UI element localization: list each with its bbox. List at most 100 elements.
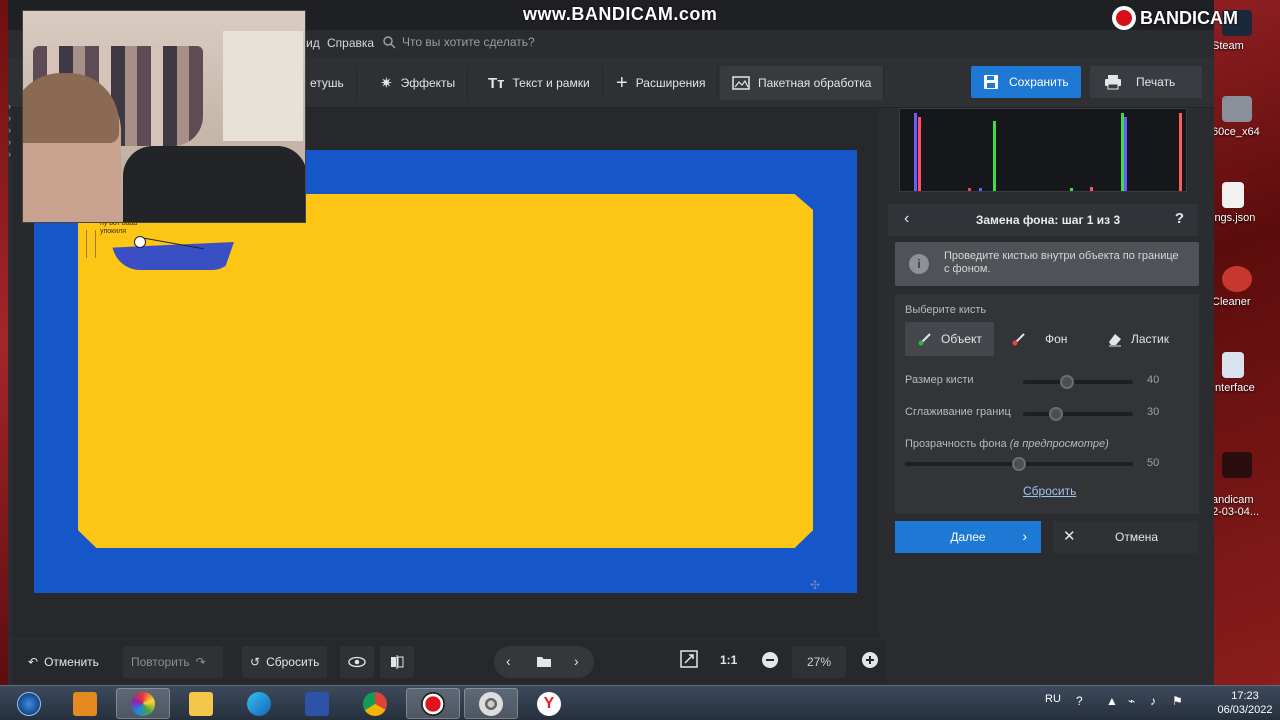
replace-background-panel: ‹ Замена фона: шаг 1 из 3 ? i Проведите … (888, 108, 1199, 678)
slider-knob[interactable] (1049, 407, 1063, 421)
menu-item-help[interactable]: Справка (327, 36, 374, 50)
desktop-icon-label: Interface (1212, 382, 1255, 394)
back-chevron-icon[interactable]: ‹ (904, 210, 909, 228)
taskbar-save-app[interactable] (290, 688, 344, 719)
tab-text-frames[interactable]: Tт Текст и рамки (476, 66, 603, 100)
redo-button[interactable]: Повторить ↷ (123, 646, 223, 678)
taskbar-chrome[interactable] (348, 688, 402, 719)
windows-taskbar: Y RU ? ▲ ⌁ ♪ ⚑ 17:23 06/03/2022 (0, 685, 1280, 720)
bg-transparency-slider[interactable] (905, 457, 1133, 471)
bg-transparency-value: 50 (1147, 457, 1160, 469)
eye-icon (348, 656, 366, 668)
search-placeholder: Что вы хотите сделать? (402, 35, 535, 49)
brush-size-label: Размер кисти (905, 374, 974, 386)
eraser-icon (1109, 334, 1121, 347)
show-hidden-icons[interactable]: ▲ (1106, 694, 1118, 708)
file-explorer-icon (189, 691, 213, 716)
taskbar-photo-editor[interactable] (116, 688, 170, 719)
bottom-toolbar: ↶ Отменить Повторить ↷ ↺ Сбросить ‹ › 1:… (12, 640, 887, 684)
slider-knob[interactable] (1060, 375, 1074, 389)
taskbar-bandicam[interactable] (406, 688, 460, 719)
info-icon: i (909, 254, 929, 274)
webcam-background-door (223, 31, 303, 141)
tab-label: етушь (310, 76, 344, 90)
batch-image-icon (732, 76, 750, 90)
next-image-icon[interactable]: › (574, 653, 579, 669)
drawing-ladder (86, 230, 96, 258)
brush-size-slider[interactable] (1023, 375, 1133, 389)
desktop-icon-bandicam-file[interactable]: andicam 2-03-04... (1212, 440, 1280, 518)
actual-size-button[interactable]: 1:1 (720, 653, 737, 667)
eraser-button[interactable]: Ластик (1095, 322, 1181, 356)
zoom-out-icon[interactable] (762, 652, 778, 668)
menu-item-view[interactable]: ид (306, 36, 320, 50)
taskbar-yandex[interactable]: Y (522, 688, 576, 719)
volume-icon[interactable]: ♪ (1150, 694, 1156, 708)
tab-extensions[interactable]: + Расширения (604, 66, 719, 100)
cancel-button[interactable]: ✕ Отмена (1053, 521, 1199, 553)
desktop-icon-label: andicam 2-03-04... (1212, 494, 1260, 518)
tab-label: Эффекты (400, 76, 456, 90)
histogram-bar (1124, 117, 1127, 191)
windows-start-icon (17, 691, 41, 716)
start-button[interactable] (2, 688, 56, 719)
brush-background-icon (1012, 333, 1025, 346)
language-indicator[interactable]: RU (1045, 693, 1061, 705)
tab-effects[interactable]: ✷ Эффекты (368, 66, 469, 100)
taskbar-explorer[interactable] (174, 688, 228, 719)
help-tray-icon[interactable]: ? (1076, 694, 1083, 708)
histogram (899, 108, 1187, 192)
collapsed-side-strip[interactable]: › › › › › (8, 100, 18, 160)
search-icon (383, 35, 396, 49)
brush-label: Объект (941, 332, 982, 346)
bg-transparency-text: Прозрачность фона (905, 438, 1007, 450)
desktop-icon-json[interactable]: ings.json (1212, 182, 1280, 224)
brush-background-button[interactable]: Фон (999, 322, 1079, 356)
chrome-icon (363, 691, 387, 716)
slider-knob[interactable] (1012, 457, 1026, 471)
taskbar-media-player[interactable] (58, 688, 112, 719)
desktop-icon-interface[interactable]: Interface (1212, 352, 1280, 394)
desktop-icon-program[interactable]: 60ce_x64 (1212, 96, 1280, 138)
film-reel-icon (479, 691, 503, 716)
clock[interactable]: 17:23 06/03/2022 (1210, 689, 1280, 717)
caption-line: упокиля (100, 228, 127, 235)
undo-button[interactable]: ↶ Отменить (20, 646, 107, 678)
fit-to-screen-icon[interactable] (680, 650, 698, 668)
compare-icon (391, 655, 404, 669)
histogram-bar (993, 121, 996, 191)
print-label: Печать (1136, 75, 1176, 89)
command-search[interactable]: Что вы хотите сделать? (383, 35, 535, 49)
brush-object-button[interactable]: Объект (905, 322, 994, 356)
save-button[interactable]: Сохранить (971, 66, 1081, 98)
redo-icon: ↷ (195, 655, 206, 669)
help-icon[interactable]: ? (1175, 210, 1184, 227)
network-icon[interactable]: ⌁ (1128, 694, 1135, 708)
flag-icon[interactable]: ⚑ (1172, 694, 1183, 708)
print-button[interactable]: Печать (1090, 66, 1202, 98)
brush-object-icon (918, 333, 931, 346)
reset-settings-link[interactable]: Сбросить (1023, 484, 1076, 498)
hint-box: i Проведите кистью внутри объекта по гра… (895, 242, 1199, 286)
zoom-in-icon[interactable] (862, 652, 878, 668)
record-icon (1112, 6, 1136, 30)
zoom-level[interactable]: 27% (792, 646, 846, 678)
tab-label: Пакетная обработка (758, 76, 872, 90)
next-button[interactable]: Далее › (895, 521, 1041, 553)
taskbar-video-app[interactable] (464, 688, 518, 719)
reset-label: Сбросить (266, 655, 320, 669)
previous-image-icon[interactable]: ‹ (506, 653, 511, 669)
compare-button[interactable] (380, 646, 414, 678)
tab-retouch[interactable]: етушь (298, 66, 357, 100)
folder-icon[interactable] (536, 655, 552, 668)
tab-batch-processing[interactable]: Пакетная обработка (720, 66, 885, 100)
edge-smoothing-slider[interactable] (1023, 407, 1133, 421)
bandicam-url-watermark: www.BANDICAM.com (523, 4, 718, 24)
taskbar-edge[interactable] (232, 688, 286, 719)
reset-button[interactable]: ↺ Сбросить (242, 646, 328, 678)
desktop-icon-cleaner[interactable]: Cleaner (1212, 266, 1280, 308)
histogram-bar (1070, 188, 1073, 191)
preview-button[interactable] (340, 646, 374, 678)
crosshair-cursor-icon: ✣ (810, 578, 821, 592)
desktop-icon-label: Steam (1212, 40, 1244, 52)
